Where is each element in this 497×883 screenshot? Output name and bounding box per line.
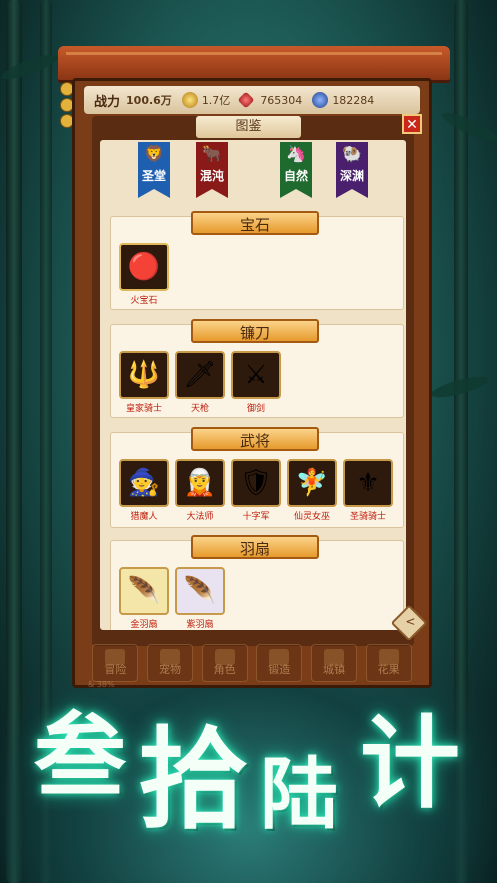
bamboo-leaf: [439, 107, 497, 147]
bull-icon: 🐂: [202, 144, 222, 163]
title-char: 拾: [138, 715, 248, 844]
jade-resource: 182284: [312, 92, 374, 108]
item-label: 十字军: [242, 512, 270, 522]
coin-string-decoration: [60, 82, 74, 130]
section-header: 镰刀: [191, 319, 319, 343]
codex-item[interactable]: 🧝: [175, 459, 225, 507]
lion-icon: 🦁: [144, 144, 164, 163]
title-char: 叁: [34, 702, 127, 810]
tab-label: 自然: [283, 169, 308, 183]
faction-tabs: 🦁 圣堂 🐂 混沌 🦄 自然 🐏 深渊: [100, 140, 406, 206]
section-gems: 宝石 🔴 火宝石: [110, 211, 404, 310]
codex-item[interactable]: 🔱: [119, 351, 169, 399]
chevron-left-icon: <: [405, 614, 416, 629]
resource-bar: 战力 100.6万 1.7亿 765304 182284: [84, 86, 420, 114]
codex-item[interactable]: 🛡: [231, 459, 281, 507]
item-label: 皇家骑士: [125, 404, 162, 414]
tab-label: 圣堂: [141, 169, 166, 183]
ram-icon: 🐏: [342, 144, 362, 163]
gold-amount: 1.7亿: [201, 94, 231, 107]
section-header: 羽扇: [191, 535, 319, 559]
nav-flowers[interactable]: 花果: [365, 644, 412, 682]
section-header: 宝石: [191, 211, 319, 235]
power-label: 战力: [94, 94, 121, 110]
codex-item[interactable]: 🗡: [175, 351, 225, 399]
item-label: 猎魔人: [130, 512, 158, 522]
section-feather-fans: 羽扇 🪶 金羽扇 🪶 紫羽扇: [110, 535, 404, 630]
codex-item[interactable]: 🧚: [287, 459, 337, 507]
power-value: 100.6万: [126, 94, 172, 107]
tab-faction-nature[interactable]: 🦄 自然: [280, 142, 312, 198]
codex-item[interactable]: ⚜: [343, 459, 393, 507]
item-label: 火宝石: [130, 296, 158, 306]
gem-resource: 765304: [237, 91, 303, 109]
codex-item[interactable]: 🧙: [119, 459, 169, 507]
item-label: 圣骑骑士: [349, 512, 386, 522]
tab-label: 混沌: [199, 169, 224, 183]
tab-label: 深渊: [339, 169, 364, 183]
nav-adventure[interactable]: 冒险: [92, 644, 139, 682]
codex-item[interactable]: 🔴: [119, 243, 169, 291]
codex-item[interactable]: 🪶: [175, 567, 225, 615]
jade-amount: 182284: [332, 93, 375, 107]
section-scythes: 镰刀 🔱 皇家骑士 🗡 天枪 ⚔ 御剑: [110, 319, 404, 418]
unicorn-icon: 🦄: [286, 144, 306, 163]
item-label: 天枪: [190, 404, 209, 414]
tab-faction-sanctum[interactable]: 🦁 圣堂: [138, 142, 170, 198]
codex-content[interactable]: 🦁 圣堂 🐂 混沌 🦄 自然 🐏 深渊 宝石 🔴 火宝石 镰刀 🔱 皇家骑士 🗡…: [100, 140, 406, 630]
gold-coin-icon: [181, 92, 198, 108]
bottom-nav: 冒险 宠物 角色 锻造 城镇 花果: [88, 644, 416, 684]
item-label: 仙灵女巫: [293, 512, 330, 522]
tab-faction-chaos[interactable]: 🐂 混沌: [196, 142, 228, 198]
nav-character[interactable]: 角色: [201, 644, 248, 682]
close-button[interactable]: ✕: [402, 114, 422, 134]
ruby-gem-icon: [237, 91, 255, 109]
nav-pets[interactable]: 宠物: [146, 644, 193, 682]
panel-title: 图鉴: [196, 116, 301, 138]
section-header: 武将: [191, 427, 319, 451]
title-char: 计: [360, 704, 460, 822]
item-label: 紫羽扇: [186, 620, 214, 630]
tab-faction-abyss[interactable]: 🐏 深渊: [336, 142, 368, 198]
nav-forge[interactable]: 锻造: [256, 644, 303, 682]
codex-item[interactable]: ⚔: [231, 351, 281, 399]
pavilion-roof: [58, 46, 450, 80]
nav-town[interactable]: 城镇: [310, 644, 357, 682]
codex-item[interactable]: 🪶: [119, 567, 169, 615]
promo-title: 叁 拾 陆 计: [20, 682, 490, 844]
item-label: 金羽扇: [130, 620, 158, 630]
section-generals: 武将 🧙 猎魔人 🧝 大法师 🛡 十字军 🧚 仙灵女巫 ⚜ 圣骑骑士: [110, 427, 404, 528]
jade-orb-icon: [312, 92, 329, 108]
gold-resource: 1.7亿: [181, 92, 231, 108]
title-char: 陆: [260, 749, 339, 840]
item-label: 大法师: [186, 512, 214, 522]
item-label: 御剑: [246, 404, 265, 414]
gem-amount: 765304: [260, 93, 303, 107]
